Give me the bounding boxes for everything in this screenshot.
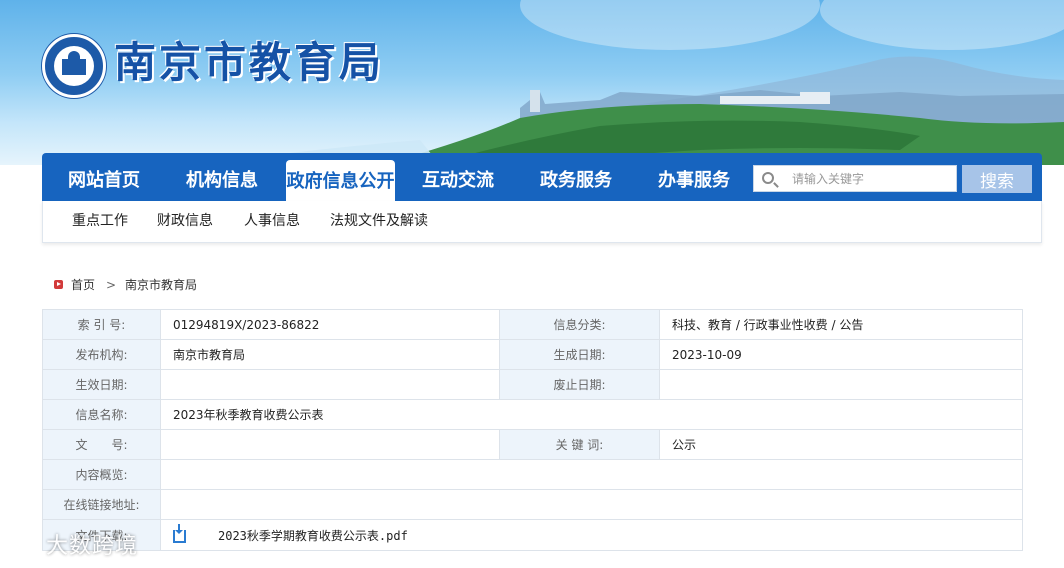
repeal-date-label: 废止日期:: [499, 369, 660, 400]
info-name-value: 2023年秋季教育收费公示表: [160, 399, 1023, 430]
table-row: 内容概览:: [42, 459, 1023, 490]
table-row: 发布机构: 南京市教育局 生成日期: 2023-10-09: [42, 339, 1023, 370]
nav-item-gov-services[interactable]: 政务服务: [526, 153, 626, 201]
overview-label: 内容概览:: [42, 459, 161, 490]
publisher-label: 发布机构:: [42, 339, 161, 370]
search-icon: [762, 172, 774, 184]
nav-item-handling-services[interactable]: 办事服务: [644, 153, 744, 201]
nav-item-interaction[interactable]: 互动交流: [408, 153, 508, 201]
search-button[interactable]: 搜索: [962, 165, 1032, 193]
table-row: 索 引 号: 01294819X/2023-86822 信息分类: 科技、教育 …: [42, 309, 1023, 340]
table-row: 信息名称: 2023年秋季教育收费公示表: [42, 399, 1023, 430]
file-download-link[interactable]: 2023秋季学期教育收费公示表.pdf: [218, 529, 408, 543]
keywords-label: 关 键 词:: [499, 429, 660, 460]
main-nav: 网站首页 机构信息 政府信息公开 互动交流 政务服务 办事服务 搜索: [42, 153, 1042, 201]
watermark-logo-icon: [10, 538, 38, 556]
table-row: 生效日期: 废止日期:: [42, 369, 1023, 400]
site-title[interactable]: 南京市教育局: [114, 34, 384, 92]
publisher-value: 南京市教育局: [160, 339, 500, 370]
nav-item-org-info[interactable]: 机构信息: [172, 153, 272, 201]
effective-date-value: [160, 369, 500, 400]
nav-item-gov-info-disclosure[interactable]: 政府信息公开: [286, 160, 395, 201]
table-row: 文件下载: 2023秋季学期教育收费公示表.pdf: [42, 519, 1023, 551]
created-date-label: 生成日期:: [499, 339, 660, 370]
header-banner: 南京市教育局: [0, 0, 1064, 165]
subnav-item-key-work[interactable]: 重点工作: [72, 201, 128, 243]
download-icon[interactable]: [173, 523, 186, 543]
doc-no-label: 文 号:: [42, 429, 161, 460]
info-metadata-table: 索 引 号: 01294819X/2023-86822 信息分类: 科技、教育 …: [42, 309, 1023, 551]
category-value: 科技、教育 / 行政事业性收费 / 公告: [659, 309, 1023, 340]
info-name-label: 信息名称:: [42, 399, 161, 430]
index-no-value: 01294819X/2023-86822: [160, 309, 500, 340]
online-link-value: [160, 489, 1023, 520]
breadcrumb-separator: >: [106, 278, 117, 292]
doc-no-value: [160, 429, 500, 460]
breadcrumb-current[interactable]: 南京市教育局: [125, 276, 197, 294]
watermark-text: 大数跨境: [46, 534, 139, 559]
file-download-cell: 2023秋季学期教育收费公示表.pdf: [160, 519, 1023, 551]
table-row: 在线链接地址:: [42, 489, 1023, 520]
logo-building: [62, 59, 86, 75]
breadcrumb-home-link[interactable]: 首页: [71, 276, 95, 294]
subnav-item-personnel-info[interactable]: 人事信息: [244, 201, 300, 243]
repeal-date-value: [659, 369, 1023, 400]
category-label: 信息分类:: [499, 309, 660, 340]
search-input[interactable]: [792, 166, 952, 191]
sub-nav: 重点工作 财政信息 人事信息 法规文件及解读: [42, 201, 1042, 243]
nav-item-home[interactable]: 网站首页: [54, 153, 154, 201]
subnav-item-finance-info[interactable]: 财政信息: [157, 201, 213, 243]
breadcrumb-home-icon: [54, 280, 63, 289]
table-row: 文 号: 关 键 词: 公示: [42, 429, 1023, 460]
created-date-value: 2023-10-09: [659, 339, 1023, 370]
overview-value: [160, 459, 1023, 490]
logo-icon[interactable]: [42, 34, 106, 98]
subnav-item-regulations[interactable]: 法规文件及解读: [330, 201, 428, 243]
effective-date-label: 生效日期:: [42, 369, 161, 400]
online-link-label: 在线链接地址:: [42, 489, 161, 520]
index-no-label: 索 引 号:: [42, 309, 161, 340]
keywords-value: 公示: [659, 429, 1023, 460]
search-box: [753, 165, 957, 192]
